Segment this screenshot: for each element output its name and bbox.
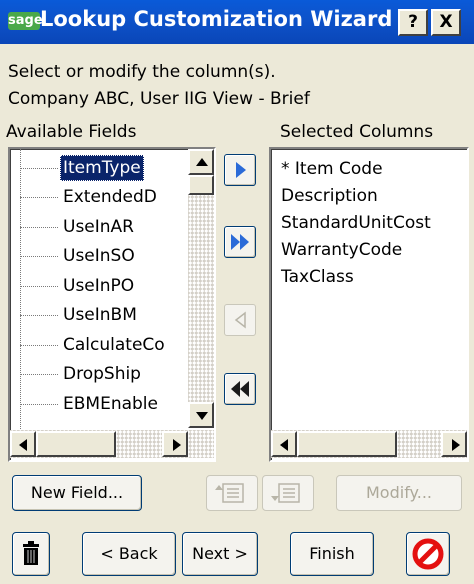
right-arrow-icon — [173, 439, 181, 451]
sage-logo-icon: sage — [8, 12, 43, 30]
list-item-label: ItemType — [60, 155, 144, 181]
cancel-icon — [412, 538, 444, 570]
scroll-right-button[interactable] — [441, 431, 467, 457]
double-arrow-left-icon-part — [240, 381, 249, 397]
tree-connector — [20, 404, 58, 405]
tree-connector — [20, 197, 58, 198]
wizard-window: sage Lookup Customization Wizard ? X Sel… — [0, 0, 474, 584]
scroll-up-button[interactable] — [188, 149, 214, 175]
remove-all-columns-button[interactable] — [224, 373, 256, 405]
right-arrow-icon — [452, 439, 460, 451]
tree-connector — [20, 315, 58, 316]
move-up-icon — [215, 483, 244, 503]
move-up-button[interactable] — [206, 475, 258, 511]
up-arrow-icon — [196, 158, 208, 166]
arrow-right-icon — [236, 162, 246, 178]
next-label: Next > — [192, 544, 248, 563]
remove-column-button[interactable] — [224, 304, 256, 336]
scroll-thumb[interactable] — [297, 431, 397, 457]
list-item-label: UseInPO — [63, 276, 135, 296]
new-field-button[interactable]: New Field... — [12, 475, 142, 511]
delete-button[interactable] — [12, 532, 50, 576]
list-item-label: DropShip — [63, 364, 141, 384]
tree-connector — [20, 256, 58, 257]
cancel-button[interactable] — [406, 532, 450, 576]
scroll-right-button[interactable] — [162, 431, 188, 457]
tree-connector — [20, 374, 58, 375]
left-arrow-icon — [19, 439, 27, 451]
tree-connector — [20, 345, 58, 346]
arrow-left-icon — [234, 311, 246, 329]
list-item-label: UseInBM — [63, 305, 137, 325]
tree-connector — [20, 286, 58, 287]
list-item-label: UseInSO — [63, 246, 135, 266]
new-field-label: New Field... — [30, 483, 124, 502]
double-arrow-left-icon — [231, 381, 240, 397]
list-item[interactable]: WarrantyCode — [281, 240, 402, 260]
horizontal-scrollbar[interactable] — [271, 430, 467, 458]
add-all-columns-button[interactable] — [224, 226, 256, 258]
list-item[interactable]: Description — [281, 186, 378, 206]
close-button[interactable]: X — [431, 9, 461, 36]
horizontal-scrollbar[interactable] — [10, 430, 214, 458]
list-item-label: ExtendedD — [63, 187, 157, 207]
list-item-label: UseInAR — [63, 217, 134, 237]
left-arrow-icon — [280, 439, 288, 451]
tree-connector — [20, 168, 58, 169]
scroll-down-button[interactable] — [188, 402, 214, 428]
instruction-text: Select or modify the column(s). — [8, 62, 276, 82]
finish-label: Finish — [309, 544, 355, 563]
title-bar: sage Lookup Customization Wizard ? X — [0, 0, 474, 44]
available-fields-list[interactable]: ItemType ExtendedD UseInAR UseInSO UseIn… — [8, 147, 216, 462]
move-down-icon — [271, 483, 300, 503]
modify-label: Modify... — [366, 483, 432, 502]
vertical-scrollbar[interactable] — [188, 149, 214, 428]
back-button[interactable]: < Back — [82, 532, 176, 576]
selected-columns-label: Selected Columns — [280, 122, 434, 142]
tree-line — [20, 149, 21, 429]
scroll-left-button[interactable] — [10, 431, 36, 457]
window-title: Lookup Customization Wizard — [40, 7, 393, 31]
help-button[interactable]: ? — [398, 9, 428, 36]
back-label: < Back — [100, 544, 158, 563]
scroll-thumb[interactable] — [188, 175, 214, 195]
list-item-label: CalculateCo — [63, 335, 165, 355]
list-item[interactable]: TaxClass — [281, 267, 354, 287]
double-arrow-right-icon — [231, 234, 240, 250]
finish-button[interactable]: Finish — [290, 532, 374, 576]
scroll-thumb[interactable] — [36, 431, 116, 457]
tree-connector — [20, 227, 58, 228]
list-item[interactable]: StandardUnitCost — [281, 213, 431, 233]
list-item-label: EBMEnable — [63, 394, 158, 414]
next-button[interactable]: Next > — [182, 532, 258, 576]
list-item[interactable]: * Item Code — [281, 159, 383, 179]
double-arrow-right-icon-part — [240, 234, 249, 250]
down-arrow-icon — [196, 412, 208, 420]
add-column-button[interactable] — [224, 154, 256, 186]
modify-button[interactable]: Modify... — [336, 475, 462, 511]
move-down-button[interactable] — [262, 475, 314, 511]
trash-icon — [23, 541, 39, 565]
context-text: Company ABC, User IIG View - Brief — [8, 89, 310, 109]
scroll-left-button[interactable] — [271, 431, 297, 457]
selected-columns-list[interactable]: * Item Code Description StandardUnitCost… — [269, 147, 469, 462]
available-fields-label: Available Fields — [6, 122, 137, 142]
